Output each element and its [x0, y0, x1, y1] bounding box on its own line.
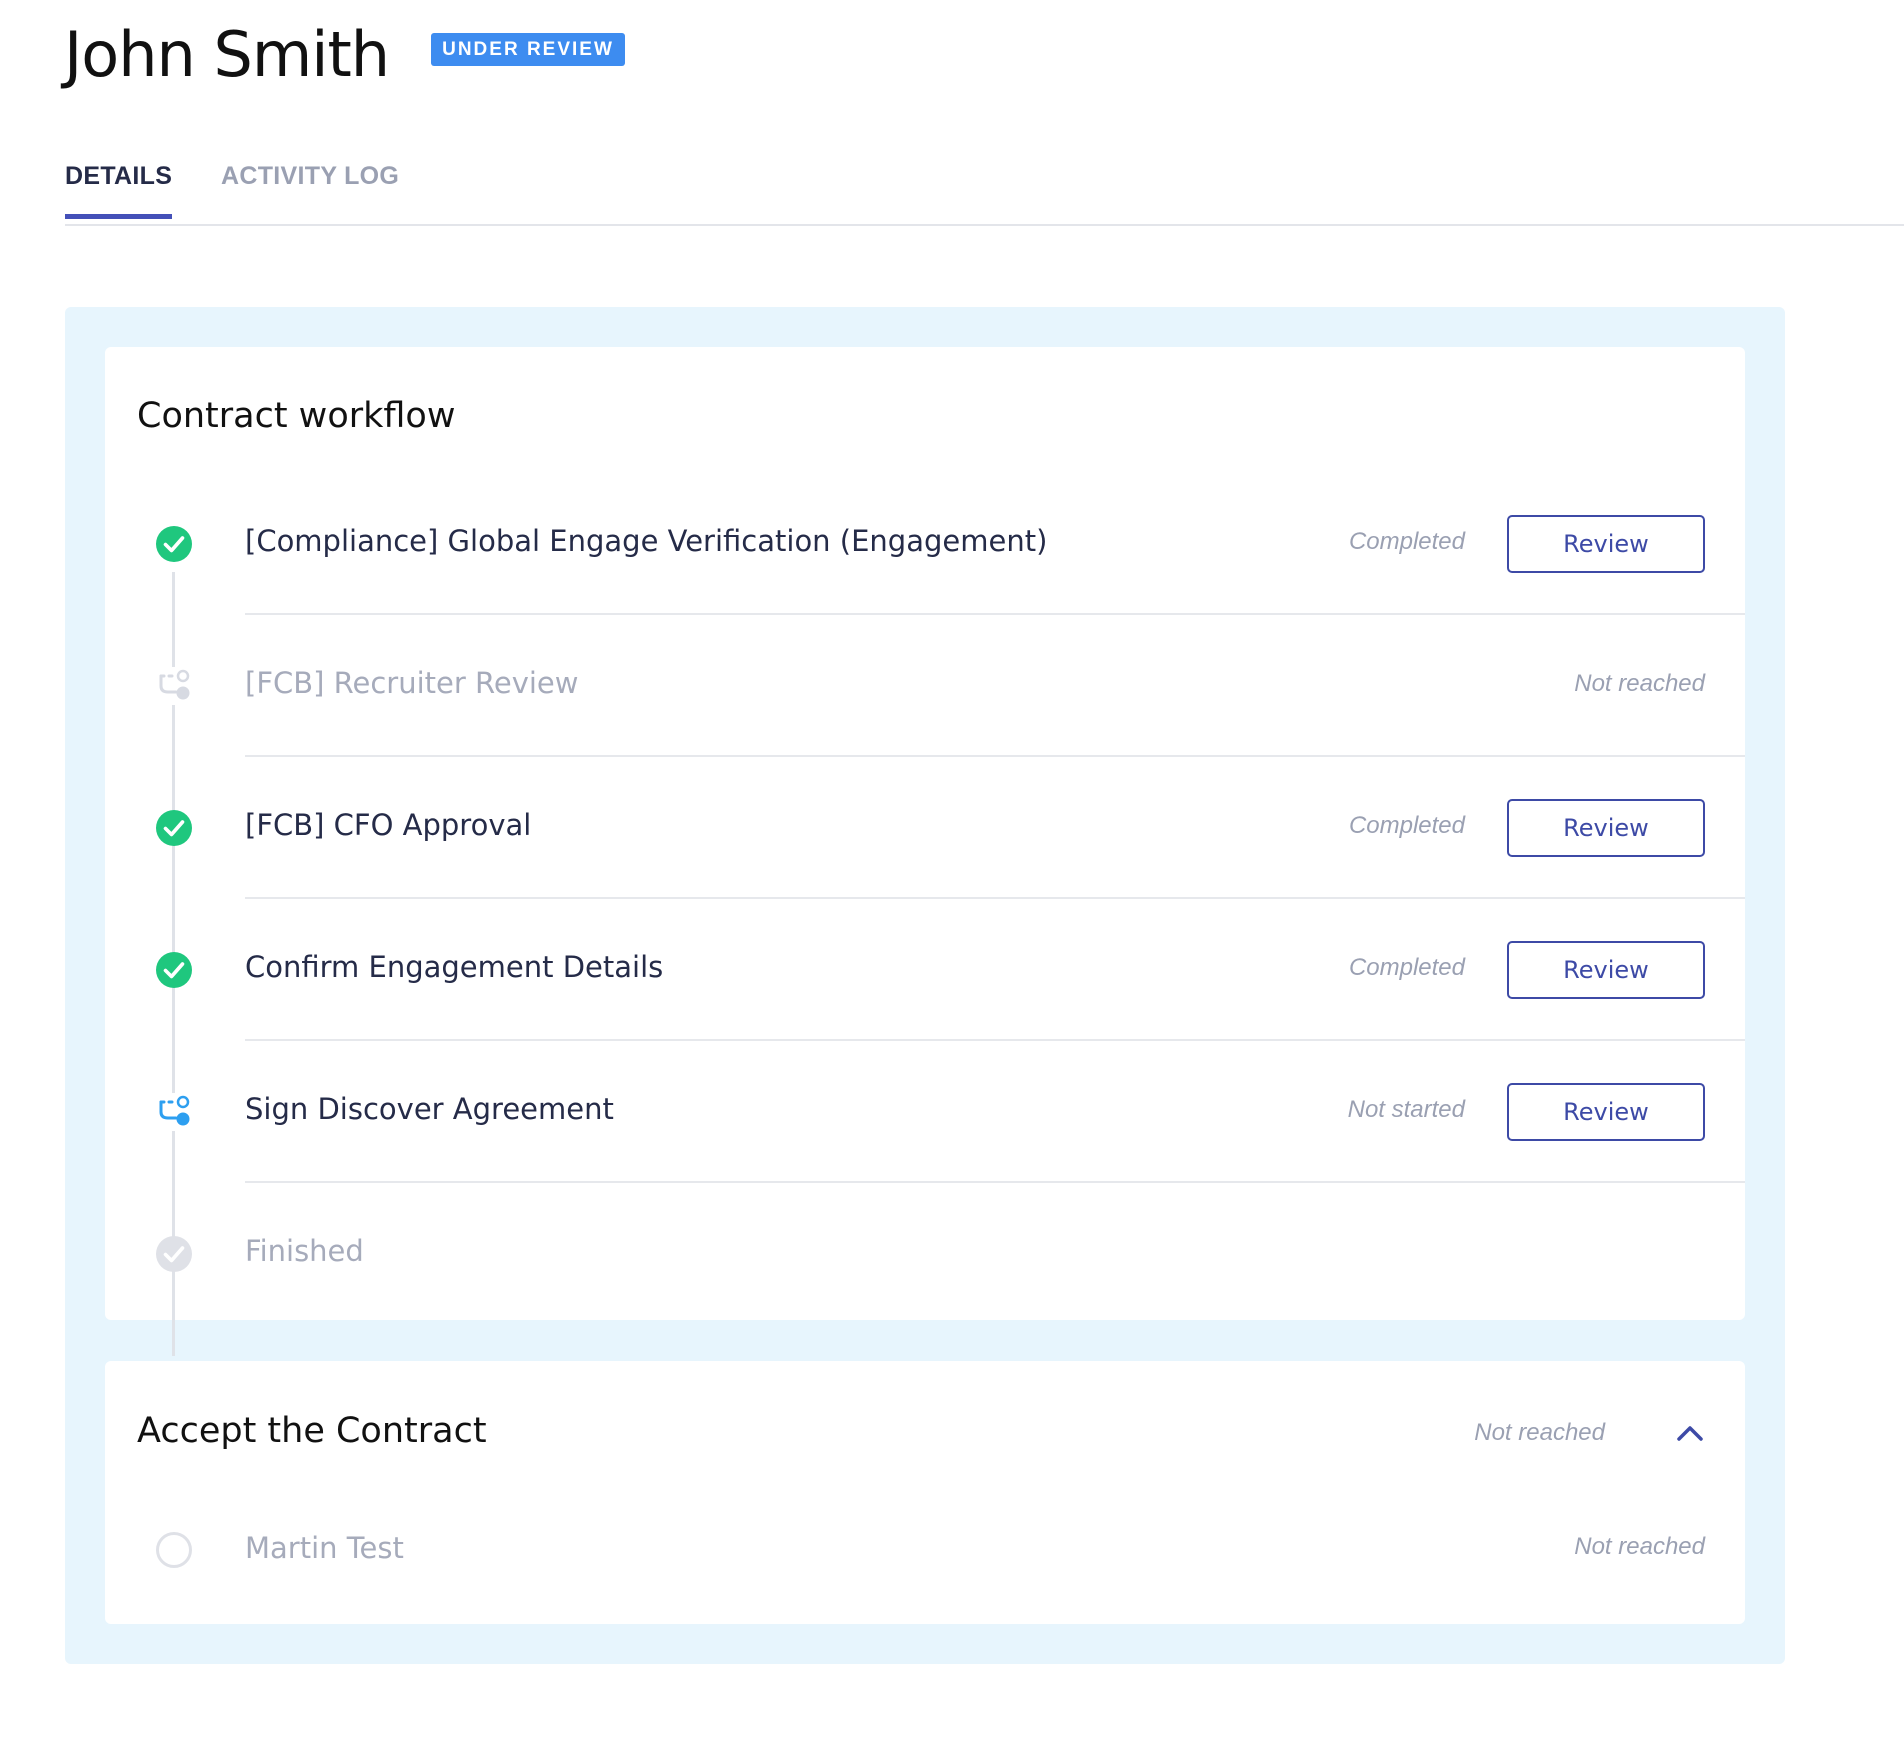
contract-workflow-card: Contract workflow [Compliance] Global En… — [105, 347, 1745, 1356]
review-button[interactable]: Review — [1507, 799, 1705, 857]
contract-item-label: Martin Test — [245, 1531, 404, 1565]
workflow-step: Sign Discover Agreement Not started Revi… — [105, 1041, 1745, 1183]
contract-title: Accept the Contract — [137, 1411, 487, 1451]
check-circle-icon — [156, 952, 192, 988]
tab-details[interactable]: DETAILS — [65, 162, 173, 219]
details-panel: Contract workflow [Compliance] Global En… — [65, 307, 1785, 1664]
workflow-title: Contract workflow — [137, 396, 456, 436]
chevron-up-icon[interactable] — [1673, 1417, 1707, 1451]
contract-status: Not reached — [1474, 1419, 1605, 1446]
step-status: Completed — [1348, 954, 1465, 981]
step-label: [Compliance] Global Engage Verification … — [245, 524, 1048, 558]
accept-contract-card: Accept the Contract Not reached Martin T… — [105, 1361, 1745, 1624]
step-label: [FCB] CFO Approval — [245, 808, 532, 842]
workflow-step: Confirm Engagement Details Completed Rev… — [105, 899, 1745, 1041]
workflow-step: [Compliance] Global Engage Verification … — [105, 473, 1745, 615]
contract-item-status: Not reached — [1574, 1533, 1705, 1560]
step-label: Finished — [245, 1234, 364, 1268]
page-header: John Smith UNDER REVIEW — [64, 0, 625, 110]
workflow-step: [FCB] CFO Approval Completed Review — [105, 757, 1745, 899]
review-button[interactable]: Review — [1507, 941, 1705, 999]
branch-icon — [155, 667, 193, 705]
contract-item: Martin Test Not reached — [105, 1511, 1745, 1591]
step-status: Completed — [1348, 528, 1465, 555]
step-status: Not reached — [1574, 670, 1705, 697]
workflow-step: [FCB] Recruiter Review Not reached — [105, 615, 1745, 757]
step-label: Sign Discover Agreement — [245, 1092, 614, 1126]
check-circle-icon — [156, 810, 192, 846]
review-button[interactable]: Review — [1507, 515, 1705, 573]
page-title: John Smith — [64, 18, 390, 91]
review-button[interactable]: Review — [1507, 1083, 1705, 1141]
check-circle-icon — [156, 1236, 192, 1272]
check-circle-icon — [156, 526, 192, 562]
status-badge: UNDER REVIEW — [431, 32, 625, 66]
empty-circle-icon — [156, 1532, 192, 1568]
step-status: Not started — [1347, 1096, 1465, 1123]
step-label: Confirm Engagement Details — [245, 950, 664, 984]
branch-icon — [155, 1093, 193, 1131]
step-label: [FCB] Recruiter Review — [245, 666, 579, 700]
workflow-step: Finished — [105, 1183, 1745, 1325]
tab-activity-log[interactable]: ACTIVITY LOG — [221, 162, 399, 217]
tab-bar: DETAILS ACTIVITY LOG — [65, 150, 1904, 226]
step-status: Completed — [1348, 812, 1465, 839]
